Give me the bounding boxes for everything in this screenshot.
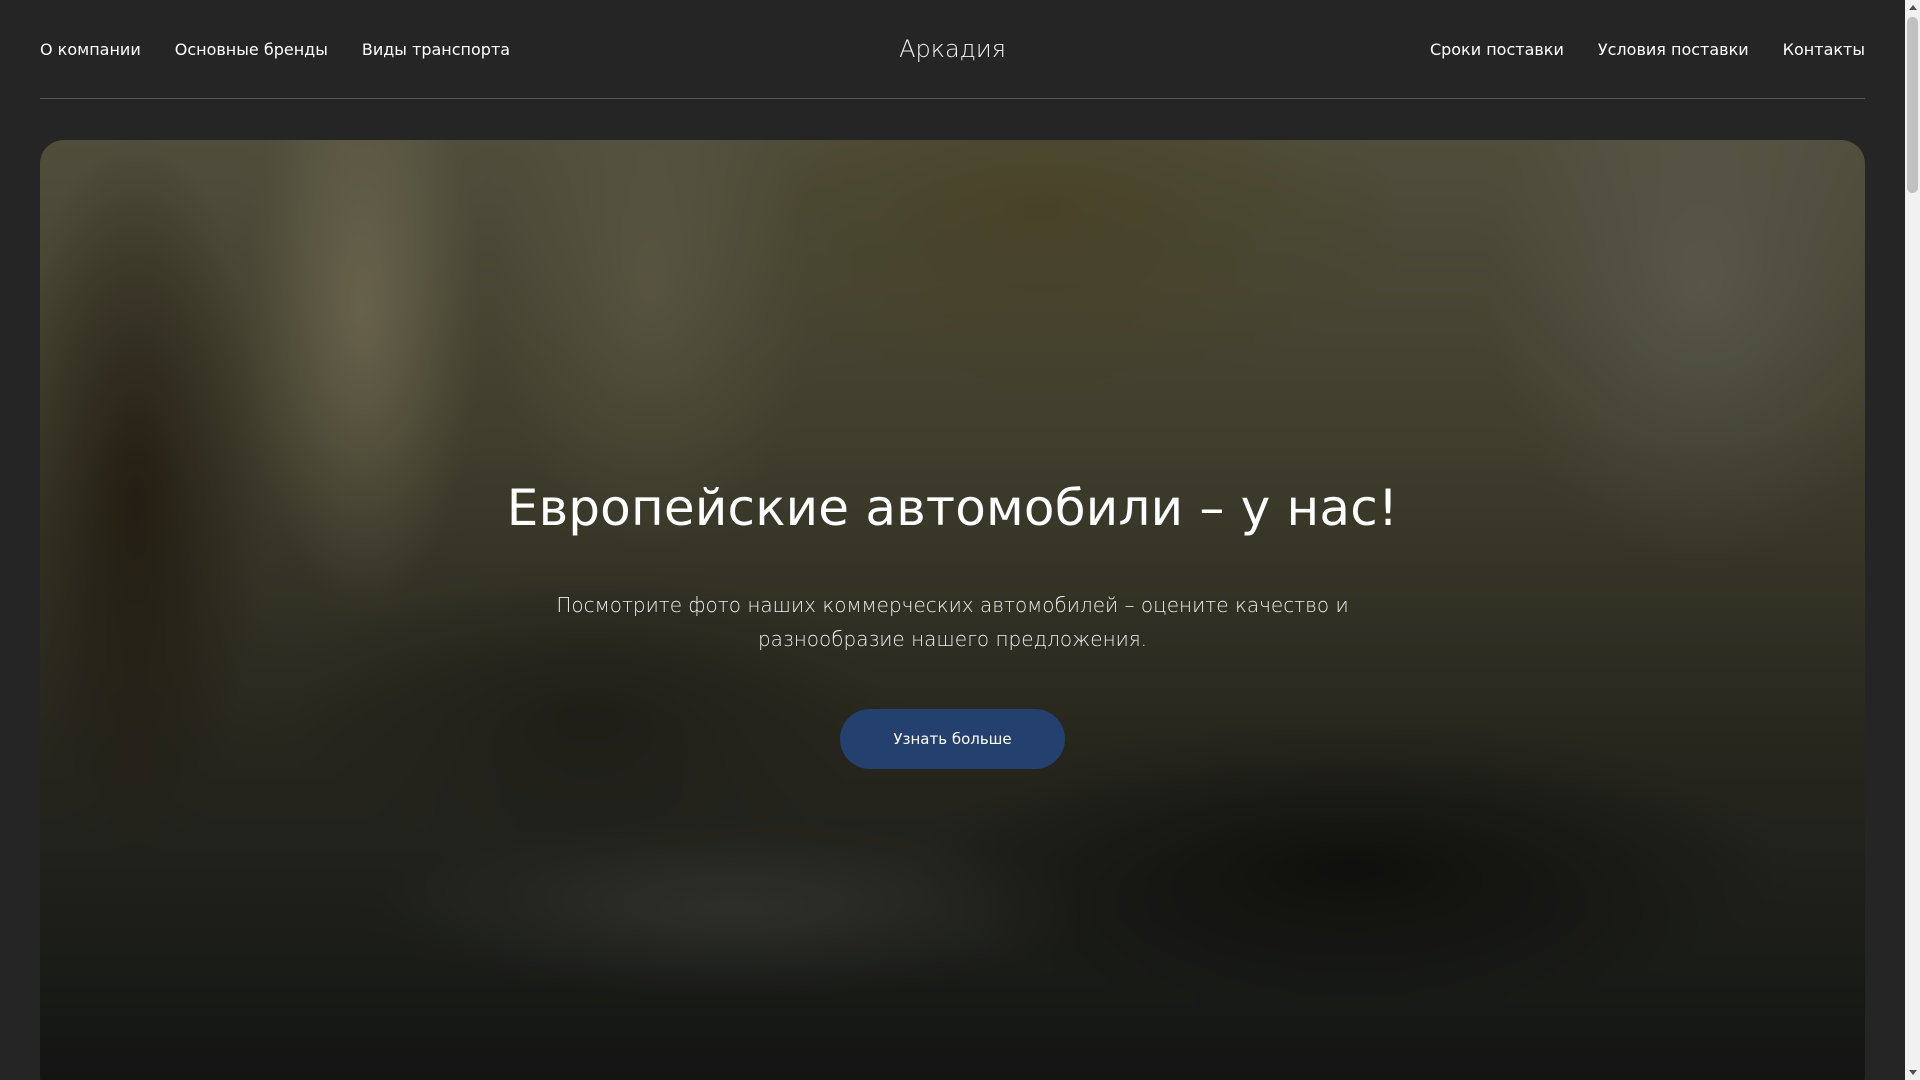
vertical-scrollbar[interactable] — [1905, 0, 1920, 1080]
learn-more-button[interactable]: Узнать больше — [840, 709, 1065, 769]
page: О компании Основные бренды Виды транспор… — [0, 0, 1920, 1080]
hero-content: Европейские автомобили – у нас! Посмотри… — [40, 140, 1865, 1080]
nav-link-about[interactable]: О компании — [40, 39, 141, 61]
nav-right: Сроки поставки Условия поставки Контакты — [1430, 39, 1865, 61]
nav-link-brands[interactable]: Основные бренды — [175, 39, 328, 61]
nav-link-contacts[interactable]: Контакты — [1783, 39, 1865, 61]
nav-left: О компании Основные бренды Виды транспор… — [40, 39, 510, 61]
nav-link-delivery-times[interactable]: Сроки поставки — [1430, 39, 1564, 61]
brand-logo[interactable]: Аркадия — [899, 35, 1006, 63]
nav-link-transport-types[interactable]: Виды транспорта — [362, 39, 510, 61]
triangle-up-icon — [1908, 5, 1917, 10]
site-header: О компании Основные бренды Виды транспор… — [40, 0, 1865, 99]
scroll-down-button[interactable] — [1905, 1065, 1920, 1080]
hero-title: Европейские автомобили – у нас! — [506, 479, 1399, 537]
scroll-up-button[interactable] — [1905, 0, 1920, 15]
triangle-down-icon — [1908, 1070, 1917, 1075]
hero-subtitle: Посмотрите фото наших коммерческих автом… — [556, 593, 1349, 651]
nav-link-delivery-terms[interactable]: Условия поставки — [1598, 39, 1749, 61]
scroll-thumb[interactable] — [1907, 17, 1918, 193]
hero-section: Европейские автомобили – у нас! Посмотри… — [40, 140, 1865, 1080]
